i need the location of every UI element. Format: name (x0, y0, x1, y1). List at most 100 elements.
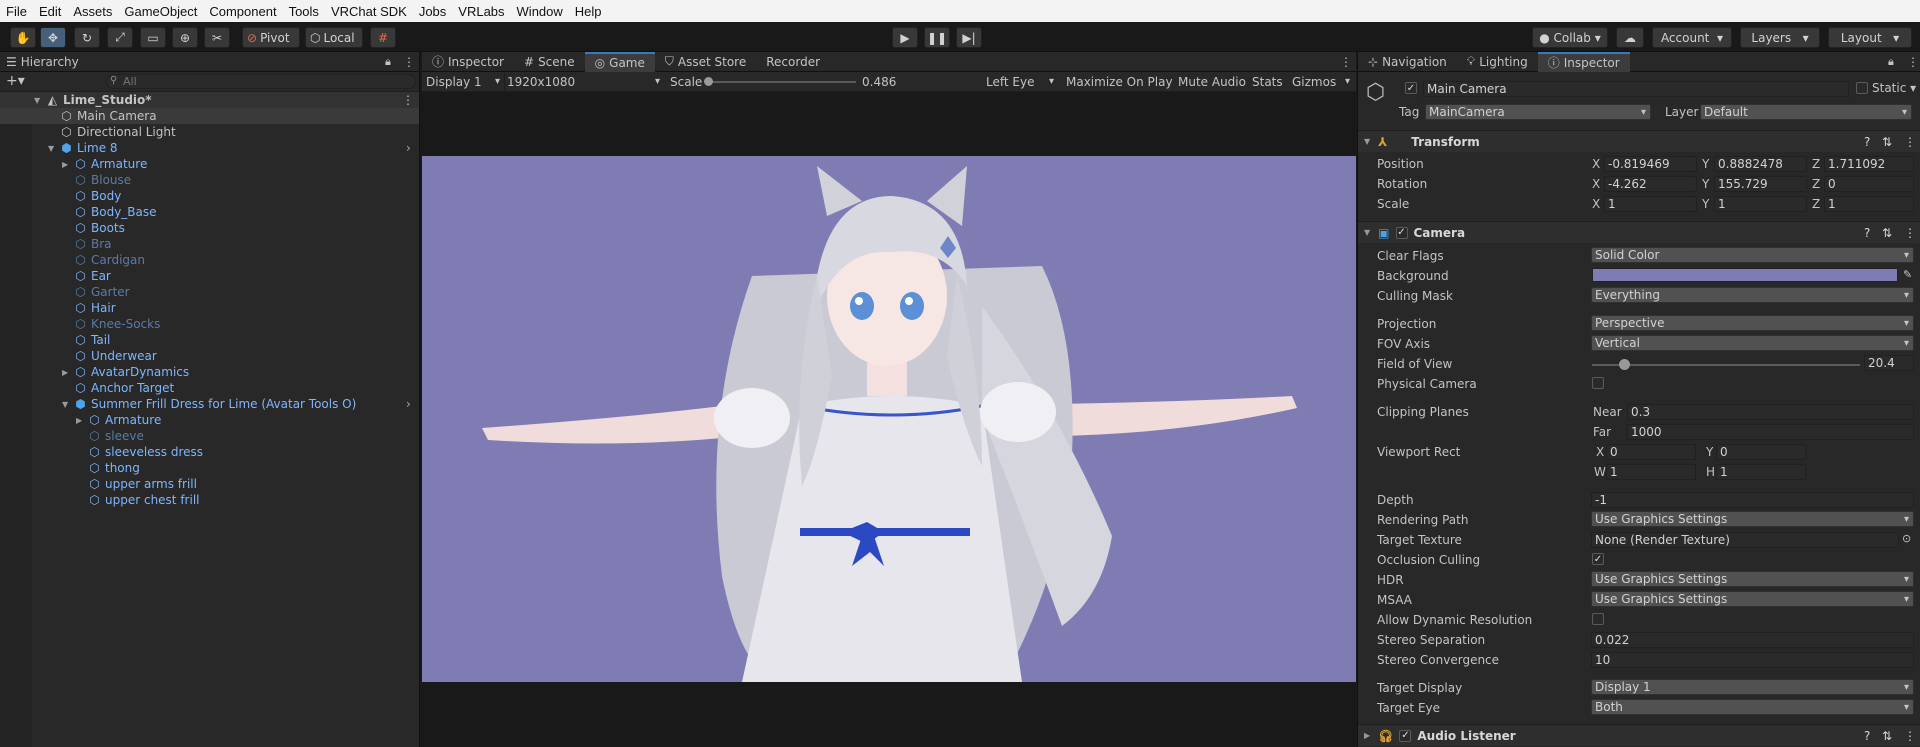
chevron-right-icon[interactable]: › (406, 141, 411, 155)
hdr-dropdown[interactable]: Use Graphics Settings (1591, 571, 1914, 587)
play-button[interactable]: ▶ (892, 27, 918, 48)
step-button[interactable]: ▶| (956, 27, 982, 48)
menu-vrlabs[interactable]: VRLabs (452, 4, 510, 19)
hierarchy-row-avatardynamics[interactable]: ▶ ⬡ AvatarDynamics (0, 364, 419, 380)
expand-arrow-icon[interactable]: ▶ (76, 416, 86, 425)
depth-field[interactable]: -1 (1591, 492, 1914, 508)
menu-help[interactable]: Help (569, 4, 608, 19)
resolution-dropdown[interactable]: 1920x1080 ▾ (504, 72, 664, 91)
rotation-y-field[interactable]: 155.729 (1714, 176, 1807, 192)
hierarchy-row-thong[interactable]: ⬡ thong (0, 460, 419, 476)
scale-slider-track[interactable] (708, 81, 856, 83)
target-display-dropdown[interactable]: Display 1 (1591, 679, 1914, 695)
hierarchy-row-lime-8[interactable]: ▼ ⬢ Lime 8 › (0, 140, 419, 156)
help-icon[interactable]: ? (1864, 729, 1870, 743)
layer-dropdown[interactable]: Default (1700, 104, 1912, 120)
occlusion-culling-checkbox[interactable]: ✓ (1592, 553, 1604, 565)
hierarchy-row-hair[interactable]: ⬡ Hair (0, 300, 419, 316)
pause-button[interactable]: ❚❚ (924, 27, 950, 48)
position-z-field[interactable]: 1.711092 (1824, 156, 1914, 172)
chevron-right-icon[interactable]: › (406, 397, 411, 411)
hierarchy-row-dress-armature[interactable]: ▶ ⬡ Armature (0, 412, 419, 428)
far-field[interactable]: 1000 (1627, 424, 1914, 440)
tab-recorder[interactable]: Recorder (756, 52, 830, 72)
active-checkbox[interactable]: ✓ (1405, 82, 1417, 94)
transform-tool-button[interactable]: ⊕ (172, 27, 198, 48)
account-dropdown[interactable]: Account ▾ (1652, 27, 1732, 48)
eyedropper-icon[interactable]: ✎ (1903, 268, 1912, 281)
maximize-on-play-toggle[interactable]: Maximize On Play (1066, 75, 1173, 89)
target-texture-field[interactable]: None (Render Texture) (1591, 532, 1899, 548)
hierarchy-row-summer-frill-dress[interactable]: ▼ ⬢ Summer Frill Dress for Lime (Avatar To… (0, 396, 419, 412)
preset-icon[interactable]: ⇅ (1882, 135, 1892, 149)
collapse-arrow-icon[interactable]: ▼ (62, 400, 72, 409)
hierarchy-row-body[interactable]: ⬡ Body (0, 188, 419, 204)
lock-icon[interactable]: 🔒︎ (1888, 55, 1894, 69)
rotate-tool-button[interactable]: ↻ (74, 27, 100, 48)
target-eye-dropdown[interactable]: Both (1591, 699, 1914, 715)
projection-dropdown[interactable]: Perspective (1591, 315, 1914, 331)
tab-inspector-right[interactable]: ⓘ Inspector (1537, 51, 1630, 72)
menu-tools[interactable]: Tools (283, 4, 325, 19)
layout-dropdown[interactable]: Layout ▾ (1828, 27, 1912, 48)
stats-toggle[interactable]: Stats (1252, 75, 1283, 89)
hierarchy-row-ear[interactable]: ⬡ Ear (0, 268, 419, 284)
scale-tool-button[interactable]: ⤢ (107, 27, 133, 48)
local-toggle[interactable]: ⬡ Local (305, 27, 363, 48)
dynamic-resolution-checkbox[interactable] (1592, 613, 1604, 625)
menu-vrchat-sdk[interactable]: VRChat SDK (325, 4, 413, 19)
culling-mask-dropdown[interactable]: Everything (1591, 287, 1914, 303)
lock-icon[interactable]: 🔒︎ (385, 55, 391, 69)
hierarchy-row-underwear[interactable]: ⬡ Underwear (0, 348, 419, 364)
scene-row[interactable]: ▼ ◭ Lime_Studio* ⋮ (0, 92, 419, 108)
menu-gameobject[interactable]: GameObject (118, 4, 203, 19)
layers-dropdown[interactable]: Layers ▾ (1740, 27, 1820, 48)
scale-z-field[interactable]: 1 (1824, 196, 1914, 212)
tab-scene[interactable]: # Scene (514, 52, 585, 72)
transform-header[interactable]: ▼ ⅄ Transform ? ⇅ ⋮ (1358, 130, 1920, 152)
stereo-separation-field[interactable]: 0.022 (1591, 632, 1914, 648)
scene-more-icon[interactable]: ⋮ (402, 93, 414, 107)
hierarchy-row-directional-light[interactable]: ⬡ Directional Light (0, 124, 419, 140)
menu-file[interactable]: File (0, 4, 33, 19)
preset-icon[interactable]: ⇅ (1882, 226, 1892, 240)
help-icon[interactable]: ? (1864, 135, 1870, 149)
add-icon[interactable]: +▾ (6, 73, 25, 89)
tab-game[interactable]: ◎ Game (584, 51, 655, 72)
hierarchy-row-anchor-target[interactable]: ⬡ Anchor Target (0, 380, 419, 396)
expand-arrow-icon[interactable]: ▶ (62, 160, 72, 169)
game-viewport[interactable] (422, 156, 1356, 682)
component-menu-icon[interactable]: ⋮ (1904, 226, 1916, 240)
gizmos-dropdown[interactable]: Gizmos ▾ (1288, 73, 1354, 91)
collapse-arrow-icon[interactable]: ▼ (48, 144, 58, 153)
expand-arrow-icon[interactable]: ▶ (62, 368, 72, 377)
component-menu-icon[interactable]: ⋮ (1904, 135, 1916, 149)
scale-slider-handle[interactable] (704, 77, 713, 86)
menu-assets[interactable]: Assets (67, 4, 118, 19)
position-y-field[interactable]: 0.8882478 (1714, 156, 1807, 172)
tab-inspector[interactable]: ⓘ Inspector (422, 52, 514, 72)
menu-component[interactable]: Component (203, 4, 282, 19)
tab-navigation[interactable]: ⊹ Navigation (1358, 52, 1457, 72)
tab-asset-store[interactable]: ⛉ Asset Store (655, 52, 756, 72)
hierarchy-row-armature[interactable]: ▶ ⬡ Armature (0, 156, 419, 172)
msaa-dropdown[interactable]: Use Graphics Settings (1591, 591, 1914, 607)
menu-jobs[interactable]: Jobs (413, 4, 452, 19)
hierarchy-row-body-base[interactable]: ⬡ Body_Base (0, 204, 419, 220)
cloud-button[interactable]: ☁ (1616, 27, 1644, 48)
hierarchy-row-upper-chest-frill[interactable]: ⬡ upper chest frill (0, 492, 419, 508)
hierarchy-row-main-camera[interactable]: ⬡ Main Camera (0, 108, 419, 124)
hierarchy-row-sleeveless-dress[interactable]: ⬡ sleeveless dress (0, 444, 419, 460)
camera-header[interactable]: ▼ ▣ ✓ Camera ? ⇅ ⋮ (1358, 221, 1920, 243)
display-dropdown[interactable]: Display 1 ▾ (424, 73, 504, 91)
audio-listener-header[interactable]: ▶ 🎧︎ ✓ Audio Listener ? ⇅ ⋮ (1358, 724, 1920, 746)
tag-dropdown[interactable]: MainCamera (1425, 104, 1651, 120)
preset-icon[interactable]: ⇅ (1882, 729, 1892, 743)
hierarchy-search-input[interactable] (106, 74, 416, 89)
rotation-x-field[interactable]: -4.262 (1604, 176, 1697, 192)
pivot-toggle[interactable]: ⊘ Pivot (242, 27, 300, 48)
fov-slider-track[interactable] (1592, 364, 1860, 366)
move-tool-button[interactable]: ✥ (40, 27, 66, 48)
more-icon[interactable]: ⋮ (403, 55, 415, 69)
hierarchy-row-knee-socks[interactable]: ⬡ Knee-Socks (0, 316, 419, 332)
